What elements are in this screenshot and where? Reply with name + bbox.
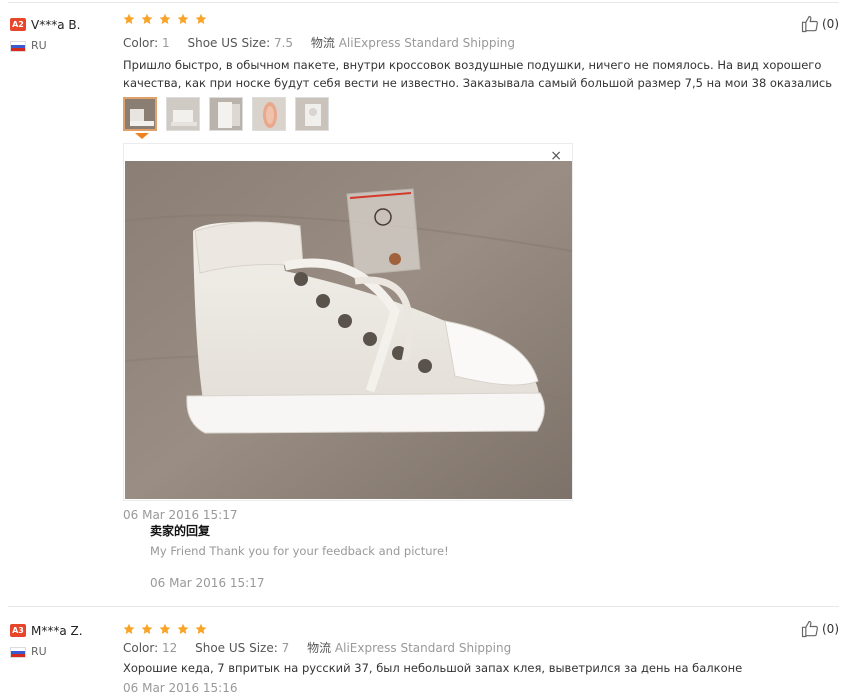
- seller-reply-text: My Friend Thank you for your feedback an…: [150, 544, 449, 558]
- thumbs-up-icon: [801, 15, 818, 33]
- color-label: Color:: [123, 36, 159, 50]
- reviewer: A3 M***a Z.: [10, 620, 83, 639]
- star-icon: [177, 623, 189, 635]
- star-icon: [141, 13, 153, 25]
- color-value: 1: [162, 36, 170, 50]
- star-icon: [123, 623, 135, 635]
- reviewer-country: RU: [10, 645, 47, 658]
- star-icon: [123, 13, 135, 25]
- reviewer: A2 V***a B.: [10, 14, 80, 33]
- top-divider: [8, 2, 839, 3]
- photo-thumbnail[interactable]: [209, 97, 243, 131]
- star-icon: [159, 13, 171, 25]
- helpful-button[interactable]: (0): [800, 619, 839, 639]
- star-rating: [123, 620, 208, 638]
- star-icon: [159, 623, 171, 635]
- like-count: (0): [822, 622, 839, 636]
- color-value: 12: [162, 641, 178, 655]
- order-info: Color: 12 Shoe US Size: 7 物流 AliExpress …: [123, 639, 525, 656]
- selected-thumbnail-indicator: [135, 133, 149, 139]
- color-label: Color:: [123, 641, 159, 655]
- review-text: Хорошие кеда, 7 впритык на русский 37, б…: [123, 661, 743, 675]
- photo-thumbnail[interactable]: [123, 97, 157, 131]
- review-photo[interactable]: [124, 161, 573, 499]
- size-value: 7.5: [273, 36, 294, 50]
- photo-thumbnail[interactable]: [295, 97, 329, 131]
- country-code: RU: [31, 39, 47, 52]
- star-icon: [141, 623, 153, 635]
- star-rating: [123, 10, 208, 28]
- review-date: 06 Mar 2016 15:16: [123, 681, 238, 695]
- shipping-label: 物流: [307, 641, 332, 655]
- order-info: Color: 1 Shoe US Size: 7.5 物流 AliExpress…: [123, 34, 529, 51]
- star-icon: [195, 623, 207, 635]
- reviewer-country: RU: [10, 39, 47, 52]
- level-badge: A3: [10, 624, 26, 637]
- like-count: (0): [822, 17, 839, 31]
- size-value: 7: [281, 641, 290, 655]
- photo-thumbnail[interactable]: [252, 97, 286, 131]
- shipping-value: AliExpress Standard Shipping: [338, 36, 516, 50]
- russia-flag-icon: [10, 40, 26, 52]
- seller-reply-title: 卖家的回复: [150, 524, 211, 538]
- shipping-label: 物流: [310, 36, 335, 50]
- size-label: Shoe US Size:: [187, 36, 271, 50]
- star-icon: [177, 13, 189, 25]
- helpful-button[interactable]: (0): [800, 14, 839, 34]
- photo-thumbnail[interactable]: [166, 97, 200, 131]
- reviewer-name[interactable]: M***a Z.: [31, 624, 83, 638]
- size-label: Shoe US Size:: [195, 641, 278, 655]
- thumbs-up-icon: [801, 620, 818, 638]
- seller-reply-date: 06 Mar 2016 15:17: [150, 576, 265, 590]
- photo-viewer: ×: [123, 143, 573, 501]
- star-icon: [195, 13, 207, 25]
- level-badge: A2: [10, 18, 26, 31]
- russia-flag-icon: [10, 646, 26, 658]
- shipping-value: AliExpress Standard Shipping: [334, 641, 512, 655]
- country-code: RU: [31, 645, 47, 658]
- review-divider: [8, 606, 839, 607]
- reviewer-name[interactable]: V***a B.: [31, 18, 80, 32]
- review-date: 06 Mar 2016 15:17: [123, 508, 238, 522]
